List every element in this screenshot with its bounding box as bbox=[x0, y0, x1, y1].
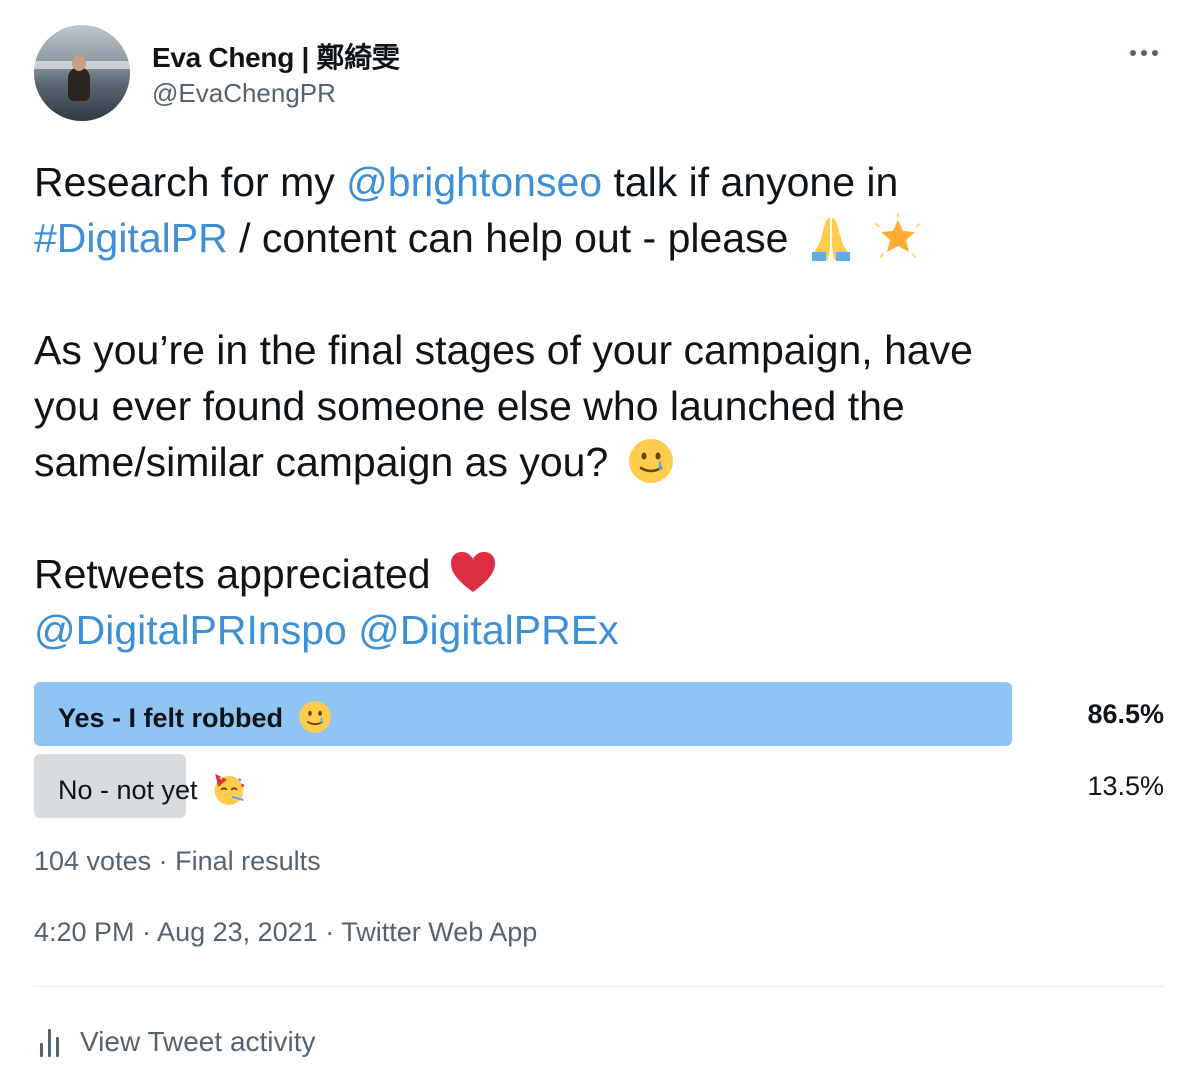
avatar-head bbox=[72, 55, 86, 71]
tweet-line-4: you ever found someone else who launched… bbox=[34, 383, 905, 429]
author-name[interactable]: Eva Cheng | 鄭綺雯 bbox=[152, 36, 400, 76]
view-tweet-activity-link[interactable]: View Tweet activity bbox=[38, 1022, 316, 1062]
tear-smile-emoji bbox=[298, 701, 331, 733]
tear-smile-emoji bbox=[628, 439, 673, 483]
party-face-emoji bbox=[214, 773, 245, 805]
poll-option-yes: Yes - I felt robbed bbox=[58, 699, 333, 735]
mention-digitalprex[interactable]: @DigitalPREx bbox=[358, 607, 618, 653]
poll-percent-no: 13.5% bbox=[1087, 771, 1164, 801]
divider bbox=[34, 986, 1164, 987]
tweet-text: Research for my @brightonseo talk if any… bbox=[34, 154, 1164, 658]
poll-option-label: Yes - I felt robbed bbox=[58, 703, 284, 733]
poll-option-no: No - not yet bbox=[58, 771, 247, 807]
tweet-line-5: same/similar campaign as you? bbox=[34, 434, 1164, 490]
tweet-line-6: Retweets appreciated bbox=[34, 546, 1164, 602]
hashtag-digitalpr[interactable]: #DigitalPR bbox=[34, 215, 228, 261]
tweet-text-fragment: / content can help out - please bbox=[227, 215, 789, 261]
activity-label: View Tweet activity bbox=[80, 1026, 316, 1057]
poll-percent-yes: 86.5% bbox=[1087, 699, 1164, 729]
tweet-line-3: As you’re in the final stages of your ca… bbox=[34, 327, 973, 373]
more-icon[interactable] bbox=[1124, 32, 1164, 72]
red-heart-emoji bbox=[450, 552, 495, 592]
tweet-line-2: #DigitalPR / content can help out - plea… bbox=[34, 210, 1164, 266]
tweet-line-7: @DigitalPRInspo @DigitalPREx bbox=[34, 602, 1164, 658]
tweet-timestamp[interactable]: 4:20 PM · Aug 23, 2021 · Twitter Web App bbox=[34, 917, 537, 948]
avatar[interactable] bbox=[34, 25, 130, 121]
mention-digitalprinspo[interactable]: @DigitalPRInspo bbox=[34, 607, 347, 653]
mention-brightonseo[interactable]: @brightonseo bbox=[346, 159, 602, 205]
author-handle[interactable]: @EvaChengPR bbox=[152, 78, 336, 109]
tweet-text-fragment: Retweets appreciated bbox=[34, 551, 431, 597]
tweet-text-fragment: same/similar campaign as you? bbox=[34, 439, 609, 485]
tweet-text-fragment: talk if anyone in bbox=[602, 159, 899, 205]
tweet-spacer bbox=[34, 266, 1164, 322]
poll-option-label: No - not yet bbox=[58, 775, 198, 805]
avatar-person bbox=[68, 67, 90, 101]
analytics-icon bbox=[38, 1027, 64, 1057]
tweet-spacer bbox=[34, 490, 1164, 546]
tweet-line-1: Research for my @brightonseo talk if any… bbox=[34, 154, 1164, 210]
glowing-star-emoji bbox=[875, 213, 922, 258]
poll-summary: 104 votes · Final results bbox=[34, 846, 321, 876]
folded-hands-emoji bbox=[811, 218, 850, 261]
tweet-text-fragment: Research for my bbox=[34, 159, 347, 205]
